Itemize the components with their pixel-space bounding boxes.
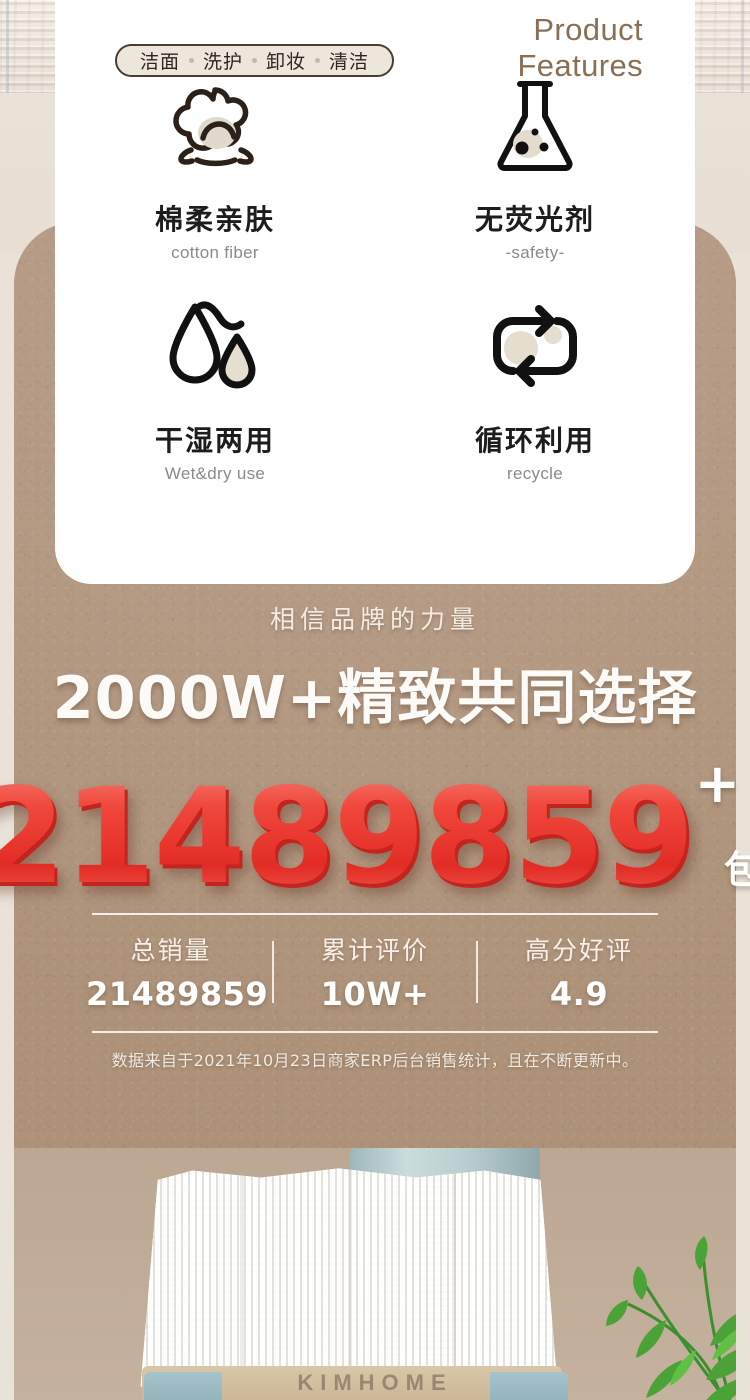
- stat-value: 10W+: [320, 975, 430, 1013]
- stat-total-sales: 总销量 21489859: [86, 931, 269, 1013]
- feature-label-en: cotton fiber: [171, 243, 259, 262]
- feature-label-en: Wet&dry use: [164, 464, 266, 483]
- tag-wash-care: 洗护: [203, 51, 244, 73]
- stat-vertical-divider: [476, 941, 478, 1003]
- tag-cleaning: 清洁: [329, 51, 370, 73]
- product-features-card: 产品特点 Product Features 洁面 洗护 卸妆 清洁: [55, 0, 695, 584]
- feature-item-cotton: 棉柔亲肤 cotton fiber: [55, 72, 375, 263]
- brand-subtitle: 相信品牌的力量: [269, 605, 480, 634]
- wood-edge-left: [6, 0, 9, 94]
- total-sales-big-number: 21489859: [0, 771, 695, 903]
- stat-vertical-divider: [272, 941, 274, 1003]
- water-droplets-icon: [165, 293, 265, 401]
- stat-value: 21489859: [86, 975, 269, 1013]
- green-plant-prop: [516, 1200, 736, 1400]
- brand-headline: 2000W+精致共同选择: [52, 663, 698, 732]
- brand-sales-section: 相信品牌的力量 2000W+精致共同选择 21489859 + 包 总销量 21…: [0, 600, 750, 1071]
- feature-label-cn: 干湿两用: [154, 424, 275, 457]
- feature-item-no-fluorescer: 无荧光剂 -safety-: [375, 72, 695, 263]
- cotton-flower-icon: [163, 72, 267, 180]
- stats-divider-top: [92, 913, 658, 915]
- total-sales-unit: 包: [724, 848, 750, 892]
- stats-divider-bottom: [92, 1031, 658, 1033]
- stat-rating: 高分好评 4.9: [494, 931, 664, 1013]
- feature-label-cn: 棉柔亲肤: [154, 203, 275, 236]
- stats-row: 总销量 21489859 累计评价 10W+ 高分好评 4.9: [0, 931, 750, 1013]
- wood-edge-right: [741, 0, 744, 94]
- feature-label-cn: 无荧光剂: [474, 203, 595, 236]
- feature-label-en: recycle: [507, 464, 563, 483]
- tag-makeup-removal: 卸妆: [266, 51, 307, 73]
- stat-label: 高分好评: [524, 936, 633, 965]
- stats-block: 总销量 21489859 累计评价 10W+ 高分好评 4.9: [0, 913, 750, 1033]
- tag-cleanse-face: 洁面: [140, 51, 181, 73]
- stat-label: 总销量: [130, 936, 212, 965]
- product-detail-page: 产品特点 Product Features 洁面 洗护 卸妆 清洁: [0, 0, 750, 1400]
- total-sales-plus-sign: +: [694, 752, 740, 815]
- title-en-line-1: Product: [533, 12, 643, 47]
- feature-label-cn: 循环利用: [474, 424, 595, 457]
- product-photo: KIMHOME: [14, 1148, 736, 1400]
- tissue-paper-stack: [140, 1168, 558, 1398]
- total-sales-number-display: 21489859 + 包: [0, 752, 750, 904]
- flask-icon: [487, 72, 583, 180]
- feature-grid: 棉柔亲肤 cotton fiber 无荧光剂 -safety- 干湿两用 Wet…: [55, 72, 695, 484]
- stat-label: 累计评价: [320, 936, 429, 965]
- feature-item-wet-dry: 干湿两用 Wet&dry use: [55, 293, 375, 484]
- feature-item-recycle: 循环利用 recycle: [375, 293, 695, 484]
- recycle-loop-icon: [483, 293, 587, 401]
- stat-total-reviews: 累计评价 10W+: [290, 931, 460, 1013]
- card-header: 产品特点 Product Features 洁面 洗护 卸妆 清洁: [55, 0, 695, 83]
- stat-value: 4.9: [549, 975, 609, 1013]
- data-source-note: 数据来自于2021年10月23日商家ERP后台销售统计，且在不断更新中。: [111, 1051, 639, 1070]
- feature-label-en: -safety-: [505, 243, 565, 262]
